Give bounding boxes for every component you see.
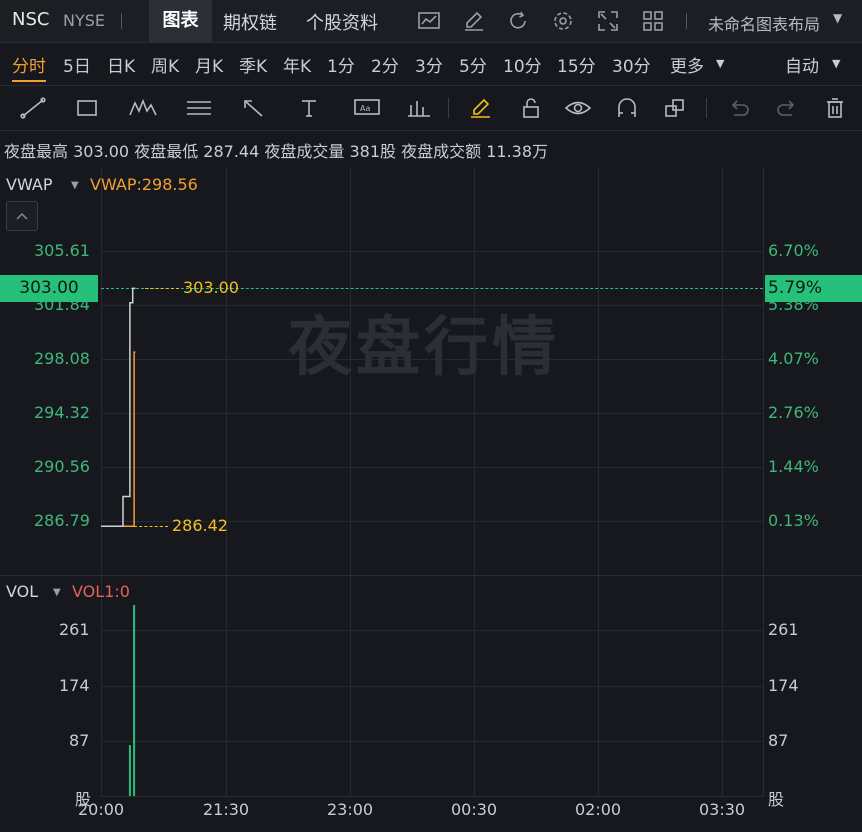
volume-tick: 174: [59, 676, 90, 695]
time-tick: 00:30: [451, 800, 498, 819]
volume-tick: 261: [59, 620, 90, 639]
volume-tick: 87: [69, 731, 90, 750]
time-tick: 21:30: [203, 800, 250, 819]
time-tick: 20:00: [78, 800, 125, 819]
price-line: [101, 287, 136, 528]
x-axis-line: [100, 796, 764, 797]
vol1-value: VOL1:0: [72, 582, 130, 601]
price-chart[interactable]: [0, 0, 862, 832]
time-tick: 23:00: [327, 800, 374, 819]
low-marker-line: [134, 526, 168, 527]
volume-tick: 87: [768, 731, 789, 750]
time-tick: 02:00: [575, 800, 622, 819]
volume-indicator-selector[interactable]: VOL: [6, 582, 38, 601]
chevron-down-icon[interactable]: ▼: [53, 587, 61, 598]
volume-bar: [128, 745, 131, 796]
low-marker-label: 286.42: [172, 516, 228, 535]
volume-unit: 股: [768, 790, 785, 809]
panel-divider[interactable]: [0, 575, 862, 576]
high-marker-line: [145, 288, 179, 289]
time-tick: 03:30: [699, 800, 746, 819]
volume-bar: [133, 605, 136, 796]
high-marker-label: 303.00: [183, 278, 239, 297]
volume-tick: 174: [768, 676, 799, 695]
volume-tick: 261: [768, 620, 799, 639]
